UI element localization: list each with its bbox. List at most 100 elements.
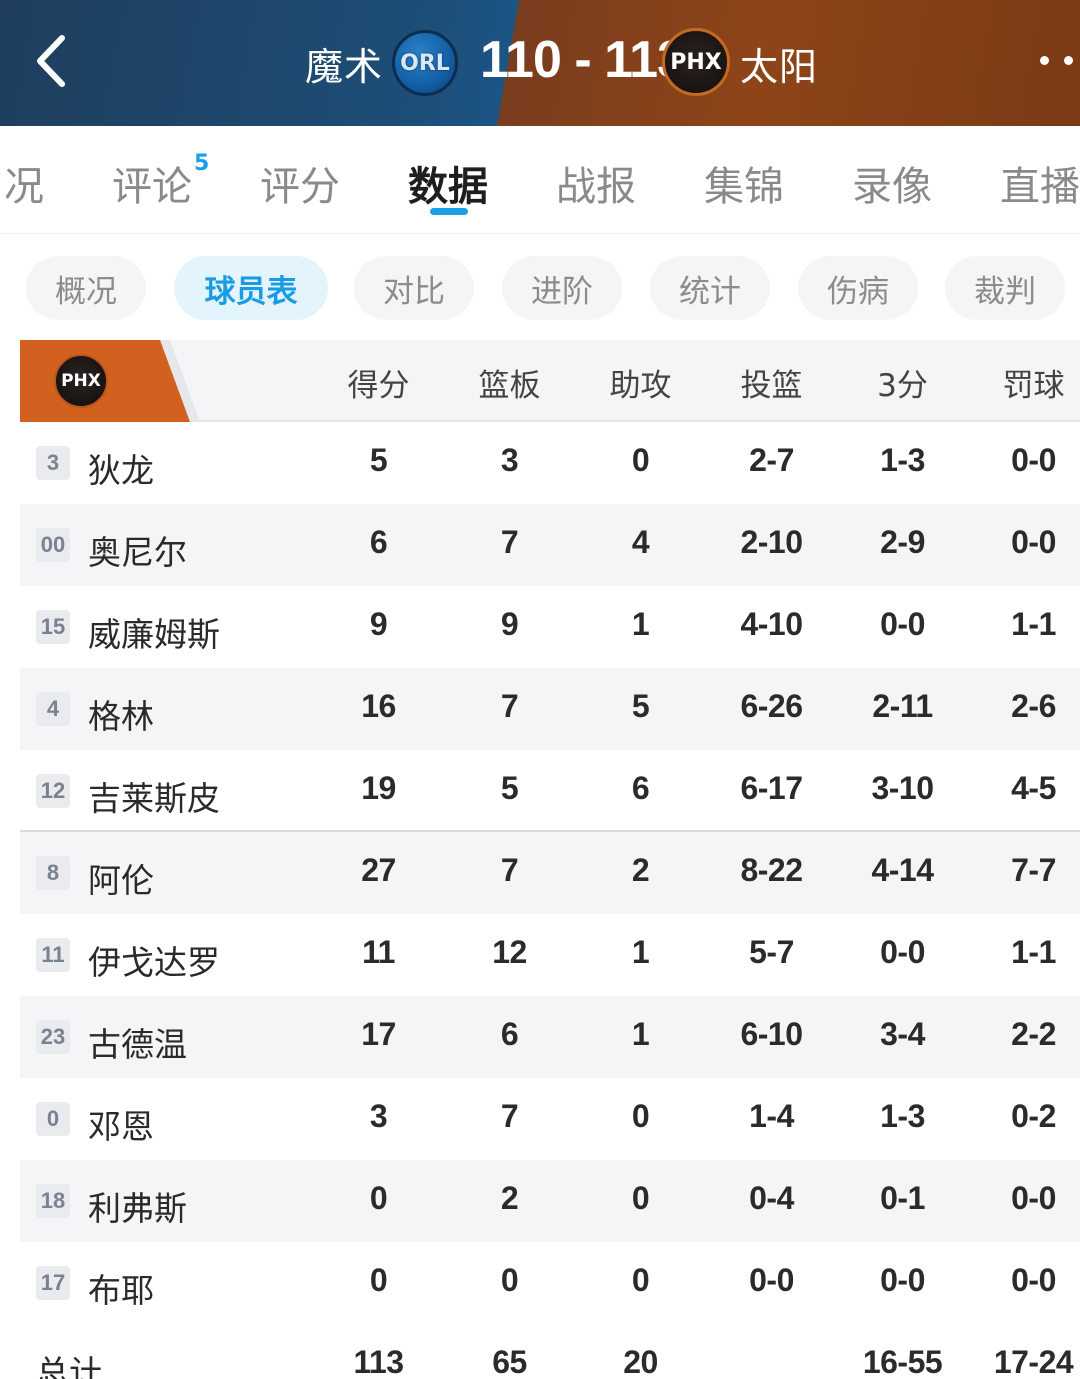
player-free-throws: 0-0 bbox=[1011, 1262, 1056, 1298]
table-row[interactable]: 3 狄龙 5 3 0 2-7 1-3 0-0 bbox=[20, 422, 1080, 504]
main-tab-bar: 况 评论5 评分 数据 战报 集锦 录像 直播 bbox=[0, 126, 1080, 234]
tab-label: 战报 bbox=[556, 164, 636, 210]
player-points: 19 bbox=[361, 770, 396, 806]
totals-row: 总计 113 65 20 16-55 17-24 bbox=[20, 1324, 1080, 1379]
player-rebounds: 0 bbox=[500, 1262, 519, 1298]
player-name[interactable]: 布耶 bbox=[88, 1264, 154, 1312]
player-free-throws: 0-2 bbox=[1011, 1098, 1056, 1134]
player-assists: 2 bbox=[631, 852, 650, 888]
jersey-number: 23 bbox=[36, 1020, 70, 1054]
table-row[interactable]: 23 古德温 17 6 1 6-10 3-4 2-2 bbox=[20, 996, 1080, 1078]
table-row[interactable]: 4 格林 16 7 5 6-26 2-11 2-6 bbox=[20, 668, 1080, 750]
jersey-number: 15 bbox=[36, 610, 70, 644]
player-three-pointers: 1-3 bbox=[880, 1098, 925, 1134]
player-points: 0 bbox=[369, 1262, 388, 1298]
phx-logo-icon[interactable]: PHX bbox=[662, 28, 730, 96]
player-name[interactable]: 阿伦 bbox=[88, 854, 154, 902]
player-assists: 5 bbox=[631, 688, 650, 724]
player-three-pointers: 3-4 bbox=[880, 1016, 925, 1052]
total-free-throws: 17-24 bbox=[993, 1344, 1074, 1379]
subtab-compare[interactable]: 对比 bbox=[354, 256, 474, 320]
tab-rating[interactable]: 评分 bbox=[260, 154, 340, 212]
tab-overview[interactable]: 况 bbox=[4, 154, 44, 212]
more-dot-icon bbox=[1064, 56, 1073, 65]
col-header-rebounds[interactable]: 篮板 bbox=[444, 360, 575, 405]
player-rebounds: 7 bbox=[500, 524, 519, 560]
table-row[interactable]: 0 邓恩 3 7 0 1-4 1-3 0-2 bbox=[20, 1078, 1080, 1160]
player-points: 16 bbox=[361, 688, 396, 724]
game-header: 魔术 ORL 110 - 113 PHX 太阳 bbox=[0, 0, 1080, 126]
player-assists: 0 bbox=[631, 1262, 650, 1298]
player-name[interactable]: 奥尼尔 bbox=[88, 526, 187, 574]
subtab-player-stats[interactable]: 球员表 bbox=[174, 256, 328, 320]
subtab-advanced[interactable]: 进阶 bbox=[502, 256, 622, 320]
jersey-number: 4 bbox=[36, 692, 70, 726]
player-name[interactable]: 伊戈达罗 bbox=[88, 936, 220, 984]
player-field-goals: 2-7 bbox=[749, 442, 794, 478]
player-assists: 6 bbox=[631, 770, 650, 806]
chevron-left-icon bbox=[37, 35, 65, 87]
home-team-name[interactable]: 魔术 bbox=[305, 36, 383, 91]
player-free-throws: 0-0 bbox=[1011, 442, 1056, 478]
player-name[interactable]: 狄龙 bbox=[88, 444, 154, 492]
back-button[interactable] bbox=[26, 28, 86, 94]
tab-report[interactable]: 战报 bbox=[556, 154, 636, 212]
table-row[interactable]: 11 伊戈达罗 11 12 1 5-7 0-0 1-1 bbox=[20, 914, 1080, 996]
col-header-field-goals[interactable]: 投篮 bbox=[706, 360, 837, 405]
total-points: 113 bbox=[353, 1344, 404, 1379]
jersey-number: 18 bbox=[36, 1184, 70, 1218]
player-free-throws: 1-1 bbox=[1011, 934, 1056, 970]
player-name[interactable]: 利弗斯 bbox=[88, 1182, 187, 1230]
tab-label: 录像 bbox=[852, 164, 932, 210]
player-name[interactable]: 吉莱斯皮 bbox=[88, 772, 220, 820]
subtab-injuries[interactable]: 伤病 bbox=[798, 256, 918, 320]
col-header-assists[interactable]: 助攻 bbox=[575, 360, 706, 405]
col-header-three-pointers[interactable]: 3分 bbox=[837, 360, 968, 405]
player-rebounds: 7 bbox=[500, 1098, 519, 1134]
orl-logo-icon[interactable]: ORL bbox=[392, 30, 458, 96]
player-points: 3 bbox=[369, 1098, 388, 1134]
tab-live[interactable]: 直播 bbox=[1000, 154, 1080, 212]
player-name[interactable]: 格林 bbox=[88, 690, 154, 738]
tab-replay[interactable]: 录像 bbox=[852, 154, 932, 212]
table-row[interactable]: 8 阿伦 27 7 2 8-22 4-14 7-7 bbox=[20, 832, 1080, 914]
player-assists: 0 bbox=[631, 1180, 650, 1216]
table-row[interactable]: 00 奥尼尔 6 7 4 2-10 2-9 0-0 bbox=[20, 504, 1080, 586]
player-rebounds: 2 bbox=[500, 1180, 519, 1216]
player-rebounds: 3 bbox=[500, 442, 519, 478]
player-assists: 1 bbox=[631, 606, 650, 642]
player-free-throws: 2-6 bbox=[1011, 688, 1056, 724]
subtab-statistics[interactable]: 统计 bbox=[650, 256, 770, 320]
total-assists: 20 bbox=[623, 1344, 658, 1379]
table-row[interactable]: 17 布耶 0 0 0 0-0 0-0 0-0 bbox=[20, 1242, 1080, 1324]
tab-label: 评分 bbox=[260, 164, 340, 210]
player-name[interactable]: 邓恩 bbox=[88, 1100, 154, 1148]
player-name[interactable]: 威廉姆斯 bbox=[88, 608, 220, 656]
tab-comments[interactable]: 评论5 bbox=[112, 151, 209, 212]
player-rebounds: 6 bbox=[500, 1016, 519, 1052]
player-three-pointers: 0-0 bbox=[880, 934, 925, 970]
jersey-number: 11 bbox=[36, 938, 70, 972]
player-assists: 4 bbox=[631, 524, 650, 560]
col-header-points[interactable]: 得分 bbox=[313, 360, 444, 405]
phx-logo-icon[interactable]: PHX bbox=[54, 354, 108, 408]
player-field-goals: 4-10 bbox=[740, 606, 803, 642]
totals-label: 总计 bbox=[36, 1353, 102, 1379]
table-row[interactable]: 15 威廉姆斯 9 9 1 4-10 0-0 1-1 bbox=[20, 586, 1080, 668]
player-three-pointers: 4-14 bbox=[871, 852, 934, 888]
tab-data[interactable]: 数据 bbox=[408, 154, 488, 212]
player-name[interactable]: 古德温 bbox=[88, 1018, 187, 1066]
table-row[interactable]: 12 吉莱斯皮 19 5 6 6-17 3-10 4-5 bbox=[20, 750, 1080, 832]
subtab-referees[interactable]: 裁判 bbox=[945, 256, 1065, 320]
jersey-number: 00 bbox=[36, 528, 70, 562]
player-three-pointers: 3-10 bbox=[871, 770, 934, 806]
player-rebounds: 7 bbox=[500, 852, 519, 888]
tab-label: 数据 bbox=[408, 164, 488, 210]
player-free-throws: 2-2 bbox=[1011, 1016, 1056, 1052]
subtab-summary[interactable]: 概况 bbox=[26, 256, 146, 320]
more-options-button[interactable] bbox=[1040, 50, 1080, 70]
col-header-free-throws[interactable]: 罚球 bbox=[968, 360, 1080, 405]
table-row[interactable]: 18 利弗斯 0 2 0 0-4 0-1 0-0 bbox=[20, 1160, 1080, 1242]
tab-highlights[interactable]: 集锦 bbox=[704, 154, 784, 212]
away-team-name[interactable]: 太阳 bbox=[740, 36, 818, 91]
